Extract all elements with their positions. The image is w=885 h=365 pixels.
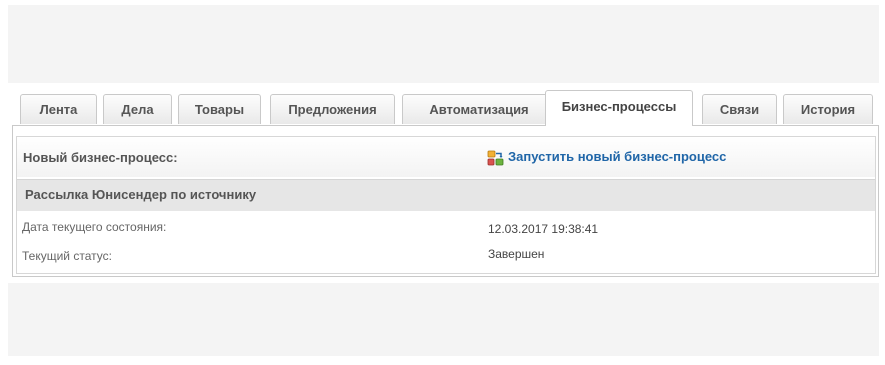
tab-relations[interactable]: Связи	[702, 94, 777, 124]
tab-feed[interactable]: Лента	[20, 94, 97, 124]
tab-history[interactable]: История	[783, 94, 873, 124]
current-status-value: Завершен	[488, 247, 545, 261]
business-process-icon[interactable]	[487, 150, 504, 166]
current-state-date-label: Дата текущего состояния:	[22, 220, 167, 234]
current-state-date-value: 12.03.2017 19:38:41	[488, 222, 599, 236]
current-status-label: Текущий статус:	[22, 249, 112, 263]
tab-products[interactable]: Товары	[178, 94, 261, 124]
tab-business-processes[interactable]: Бизнес-процессы	[545, 90, 693, 126]
process-title: Рассылка Юнисендер по источнику	[25, 187, 257, 202]
tab-automation[interactable]: Автоматизация	[402, 94, 556, 124]
start-new-process-link[interactable]: Запустить новый бизнес-процесс	[508, 149, 726, 164]
process-section-header: Рассылка Юнисендер по источнику	[17, 179, 875, 211]
new-process-label: Новый бизнес-процесс:	[23, 150, 178, 165]
tab-quotes[interactable]: Предложения	[270, 94, 395, 124]
tab-activities[interactable]: Дела	[103, 94, 172, 124]
new-process-row: Новый бизнес-процесс: Запустить новый би…	[17, 137, 875, 177]
business-process-block: Новый бизнес-процесс: Запустить новый би…	[16, 136, 876, 274]
tab-content-business-processes: Новый бизнес-процесс: Запустить новый би…	[12, 126, 879, 277]
